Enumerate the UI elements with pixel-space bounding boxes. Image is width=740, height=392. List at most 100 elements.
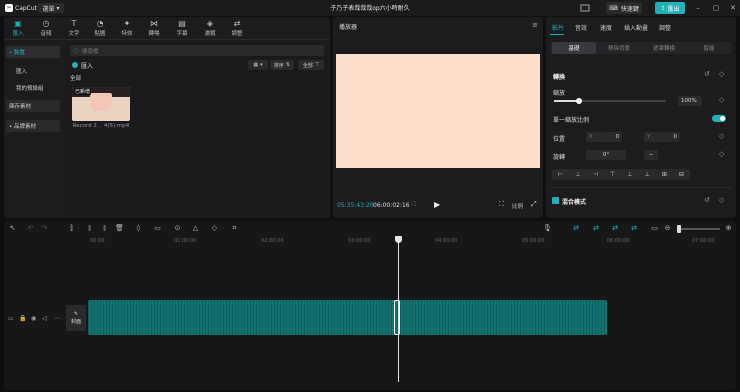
playhead-handle[interactable] bbox=[395, 236, 402, 243]
split-left-icon[interactable]: ⫾ bbox=[85, 224, 94, 233]
tab-video[interactable]: 影片 bbox=[552, 23, 564, 32]
split-right-icon[interactable]: ⫾ bbox=[100, 224, 109, 233]
uniform-scale-toggle[interactable] bbox=[712, 115, 726, 122]
tab-filter[interactable]: ◈ 濾鏡 bbox=[199, 19, 221, 37]
more-icon[interactable]: ⋯ bbox=[54, 315, 60, 322]
shortcut-button[interactable]: ⌨ 快速鍵 bbox=[606, 2, 642, 14]
fullscreen-icon[interactable]: ⤢ bbox=[531, 200, 537, 209]
play-circle-icon[interactable]: ⊙ bbox=[173, 224, 182, 233]
clip-selection-marker[interactable] bbox=[394, 300, 400, 335]
export-button[interactable]: ⇪ 匯出 bbox=[655, 2, 685, 14]
rotate-stepper[interactable]: − bbox=[644, 150, 658, 160]
tab-audio[interactable]: ◷ 音頻 bbox=[35, 19, 57, 37]
zoom-out-icon[interactable]: ⊖ bbox=[663, 224, 672, 233]
subtab-remove-bg[interactable]: 移除背景 bbox=[597, 42, 641, 54]
tab-animation[interactable]: 插入動畫 bbox=[624, 23, 648, 32]
filter-button[interactable]: 全部 ⊤ bbox=[298, 60, 324, 70]
side-nav-stock[interactable]: 庫存素材 bbox=[6, 100, 60, 112]
delete-icon[interactable]: 🗑 bbox=[115, 224, 124, 233]
side-nav-import[interactable]: 匯入 bbox=[6, 65, 60, 77]
side-nav-device[interactable]: • 裝置 bbox=[6, 46, 60, 58]
view-toggle-button[interactable]: ▦ ▾ bbox=[248, 60, 268, 70]
magnet-icon[interactable]: ⇄ bbox=[609, 224, 621, 233]
snap-icon[interactable]: ⇄ bbox=[590, 224, 602, 233]
scale-slider-handle[interactable] bbox=[575, 98, 582, 104]
preview-axis-icon[interactable]: ⇄ bbox=[628, 224, 640, 233]
crop-icon[interactable]: ⌗ bbox=[230, 224, 239, 233]
search-input[interactable]: ○ 搜尋檔 bbox=[70, 45, 324, 56]
align-top-icon[interactable]: ⊤ bbox=[610, 171, 615, 178]
scale-value-input[interactable]: 100% bbox=[678, 96, 702, 106]
tab-caption[interactable]: ▤ 字幕 bbox=[171, 19, 193, 37]
align-right-icon[interactable]: ⊣ bbox=[593, 171, 598, 178]
tab-sticker[interactable]: ◔ 貼圖 bbox=[89, 19, 111, 37]
layout-icon[interactable] bbox=[580, 3, 590, 13]
video-clip[interactable] bbox=[88, 300, 607, 335]
tab-effects[interactable]: ✦ 特效 bbox=[116, 19, 138, 37]
distribute-h-icon[interactable]: ⊞ bbox=[662, 171, 667, 178]
tab-adjust-props[interactable]: 調整 bbox=[659, 23, 671, 32]
blend-mode-checkbox[interactable] bbox=[552, 197, 559, 204]
keyframe-icon[interactable]: ◇ bbox=[719, 96, 724, 104]
keyframe-icon[interactable]: ◇ bbox=[719, 150, 724, 158]
position-x-input[interactable]: X 0 bbox=[586, 132, 622, 142]
microphone-icon[interactable]: 🎙 bbox=[543, 224, 552, 233]
close-icon[interactable]: ✕ bbox=[728, 3, 738, 13]
tab-speed[interactable]: 速度 bbox=[600, 23, 612, 32]
eye-icon[interactable]: ◉ bbox=[31, 315, 36, 322]
tab-transition[interactable]: ⋈ 轉場 bbox=[143, 19, 165, 37]
frame-icon[interactable]: ⊡ bbox=[411, 200, 417, 208]
maximize-icon[interactable]: ▢ bbox=[711, 3, 721, 13]
keyframe-icon[interactable]: ◇ bbox=[719, 132, 724, 140]
keyframe-icon[interactable]: ◇ bbox=[719, 196, 724, 204]
import-button[interactable]: 匯入 bbox=[72, 60, 102, 70]
menu-icon[interactable]: ≡ bbox=[532, 21, 538, 29]
lock-icon[interactable]: 🔒 bbox=[19, 315, 26, 322]
align-bottom-icon[interactable]: ⊥ bbox=[645, 171, 650, 178]
align-middle-icon[interactable]: ⊥ bbox=[627, 171, 632, 178]
project-title[interactable]: 子乃子表哉哉哉op六小時耐久 bbox=[300, 3, 440, 13]
subtab-basic[interactable]: 基礎 bbox=[552, 42, 596, 54]
tab-text[interactable]: T 文字 bbox=[63, 19, 85, 37]
zoom-in-icon[interactable]: ⊕ bbox=[724, 224, 733, 233]
rotate-icon[interactable]: ◇ bbox=[210, 224, 219, 233]
position-y-input[interactable]: Y 0 bbox=[644, 132, 680, 142]
play-button[interactable]: ▶ bbox=[434, 200, 440, 209]
align-left-icon[interactable]: ⊢ bbox=[558, 171, 563, 178]
tab-audio-props[interactable]: 音效 bbox=[575, 23, 587, 32]
scale-slider[interactable] bbox=[554, 98, 666, 104]
rotate-input[interactable]: 0° bbox=[586, 150, 626, 160]
distribute-v-icon[interactable]: ⊟ bbox=[679, 171, 684, 178]
media-thumbnail[interactable]: 已新增 bbox=[72, 87, 130, 121]
sort-button[interactable]: 排序 ⇅ bbox=[270, 60, 294, 70]
minimize-icon[interactable]: – bbox=[693, 3, 703, 13]
cover-button[interactable]: ✎ 封面 bbox=[66, 305, 86, 331]
align-center-h-icon[interactable]: ⊥ bbox=[575, 171, 580, 178]
link-icon[interactable]: ⇄ bbox=[570, 224, 582, 233]
split-icon[interactable]: ⫿ bbox=[67, 224, 76, 233]
track-box-icon[interactable]: ▭ bbox=[8, 315, 14, 322]
keyframe-icon[interactable]: ◇ bbox=[719, 70, 724, 78]
tab-import[interactable]: ▣ 匯入 bbox=[7, 19, 29, 37]
reset-icon[interactable]: ↺ bbox=[704, 70, 710, 78]
shield-icon[interactable]: ◊ bbox=[134, 224, 143, 233]
playhead[interactable] bbox=[398, 237, 399, 382]
redo-icon[interactable]: ↷ bbox=[40, 224, 49, 233]
menu-button[interactable]: 選單 ▾ bbox=[38, 3, 64, 13]
reset-icon[interactable]: ↺ bbox=[704, 196, 710, 204]
crop-frame-icon[interactable]: ▭ bbox=[153, 224, 162, 233]
mirror-icon[interactable]: △ bbox=[191, 224, 200, 233]
zoom-slider-handle[interactable] bbox=[677, 225, 681, 233]
subtab-smart[interactable]: 智能 bbox=[687, 42, 731, 54]
preview-canvas[interactable] bbox=[336, 54, 540, 168]
side-nav-brand[interactable]: • 品牌素材 bbox=[6, 120, 60, 132]
undo-icon[interactable]: ↶ bbox=[26, 224, 35, 233]
tab-adjust[interactable]: ⇄ 調整 bbox=[226, 19, 248, 37]
zoom-slider[interactable] bbox=[680, 228, 720, 230]
subtab-mask[interactable]: 遮罩轉換 bbox=[642, 42, 686, 54]
side-nav-presets[interactable]: 我的預設組 bbox=[6, 82, 60, 94]
speaker-icon[interactable]: ◁ bbox=[42, 315, 47, 322]
select-cursor-icon[interactable]: ↖ bbox=[8, 224, 17, 233]
ratio-button[interactable]: 比例 bbox=[512, 202, 523, 210]
fit-icon[interactable]: ⛶ bbox=[499, 200, 504, 209]
